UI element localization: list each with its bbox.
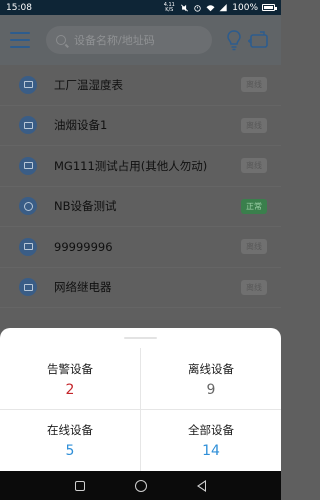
system-nav-bar bbox=[0, 471, 281, 500]
status-badge: 离线 bbox=[241, 158, 267, 174]
device-name: MG111测试占用(其他人勿动) bbox=[54, 158, 208, 173]
status-bar: 15:08 4.11 K/S 100% bbox=[0, 0, 281, 15]
device-icon bbox=[19, 156, 37, 175]
bulb-icon[interactable] bbox=[226, 29, 242, 51]
device-icon bbox=[19, 116, 37, 135]
summary-sheet: 告警设备 2 离线设备 9 在线设备 5 全部设备 14 bbox=[0, 328, 281, 471]
online-devices-count: 5 bbox=[65, 443, 75, 459]
status-time: 15:08 bbox=[6, 2, 32, 13]
battery-icon bbox=[262, 4, 277, 11]
device-name: 99999996 bbox=[54, 239, 113, 254]
offline-devices-label: 离线设备 bbox=[188, 362, 234, 376]
list-item[interactable]: MG111测试占用(其他人勿动) 离线 bbox=[0, 146, 281, 187]
all-devices-cell[interactable]: 全部设备 14 bbox=[141, 422, 281, 459]
list-item[interactable]: 油烟设备1 离线 bbox=[0, 106, 281, 146]
online-devices-label: 在线设备 bbox=[47, 423, 93, 437]
device-name: 工厂温湿度表 bbox=[54, 77, 123, 92]
alarm-devices-label: 告警设备 bbox=[47, 362, 93, 376]
status-badge: 离线 bbox=[241, 239, 267, 255]
nb-device-icon bbox=[19, 197, 37, 216]
divider bbox=[0, 409, 281, 410]
list-item[interactable]: 99999996 离线 bbox=[0, 227, 281, 268]
battery-percent: 100% bbox=[232, 2, 258, 13]
online-devices-cell[interactable]: 在线设备 5 bbox=[0, 422, 140, 459]
device-icon bbox=[19, 75, 37, 94]
signal-icon bbox=[219, 3, 227, 11]
device-icon bbox=[19, 237, 37, 256]
device-name: 网络继电器 bbox=[54, 280, 112, 295]
wifi-icon bbox=[206, 4, 215, 11]
status-badge: 离线 bbox=[241, 117, 267, 133]
offline-devices-cell[interactable]: 离线设备 9 bbox=[141, 361, 281, 398]
device-name: 油烟设备1 bbox=[54, 118, 108, 133]
offline-devices-count: 9 bbox=[206, 382, 216, 398]
top-bar: 设备名称/地址码 bbox=[0, 15, 281, 65]
status-badge: 正常 bbox=[241, 198, 267, 214]
back-icon[interactable] bbox=[197, 479, 206, 492]
status-badge: 离线 bbox=[241, 279, 267, 295]
menu-icon[interactable] bbox=[10, 32, 30, 48]
list-item[interactable]: NB设备测试 正常 bbox=[0, 187, 281, 227]
status-badge: 离线 bbox=[241, 77, 267, 93]
all-devices-label: 全部设备 bbox=[188, 423, 234, 437]
alarm-icon bbox=[194, 4, 201, 12]
device-name: NB设备测试 bbox=[54, 199, 117, 214]
switch-device-icon[interactable] bbox=[248, 29, 270, 51]
alarm-devices-count: 2 bbox=[65, 382, 75, 398]
search-icon bbox=[56, 35, 66, 45]
home-icon[interactable] bbox=[135, 479, 147, 492]
alarm-devices-cell[interactable]: 告警设备 2 bbox=[0, 361, 140, 398]
device-icon bbox=[19, 278, 37, 297]
status-icons: 4.11 K/S 100% bbox=[162, 1, 277, 13]
sheet-grip[interactable] bbox=[124, 337, 157, 339]
list-item[interactable]: 网络继电器 离线 bbox=[0, 268, 281, 308]
list-item[interactable]: 工厂温湿度表 离线 bbox=[0, 65, 281, 106]
search-placeholder: 设备名称/地址码 bbox=[74, 34, 155, 47]
recents-icon[interactable] bbox=[75, 480, 85, 491]
search-input[interactable]: 设备名称/地址码 bbox=[46, 26, 212, 54]
network-speed: 4.11 K/S bbox=[163, 1, 175, 13]
all-devices-count: 14 bbox=[202, 443, 220, 459]
device-list: 工厂温湿度表 离线 油烟设备1 离线 MG111测试占用(其他人勿动) 离线 N… bbox=[0, 65, 281, 308]
mute-icon bbox=[181, 4, 189, 11]
